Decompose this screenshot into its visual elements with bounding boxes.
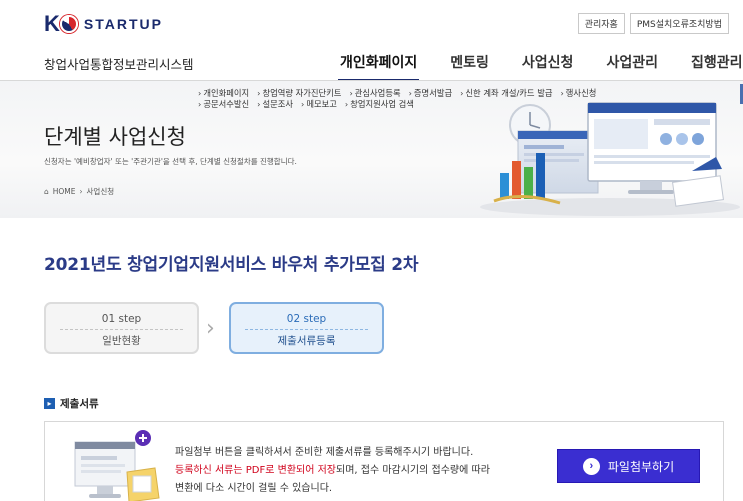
step-1-number: 01 step: [101, 313, 142, 325]
document-upload-illustration: [74, 430, 160, 501]
upload-instruction-line-1: 파일첨부 버튼을 클릭하셔서 준비한 제출서류를 등록해주시기 바랍니다.: [175, 447, 474, 458]
gnb-item-execution-manage[interactable]: 집행관리: [691, 52, 743, 72]
sub-link-interest-business[interactable]: 관심사업등록: [349, 88, 401, 99]
gnb-item-business-manage[interactable]: 사업관리: [606, 52, 658, 72]
step-2-number: 02 step: [286, 313, 327, 325]
sub-link-support-search[interactable]: 창업지원사업 검색: [345, 99, 414, 110]
sub-link-official-docs[interactable]: 공문서수발신: [198, 99, 249, 110]
gnb-item-mentoring[interactable]: 멘토링: [450, 52, 489, 72]
top-utility-links: 관리자홈 PMS설치오류조치방법: [577, 13, 729, 34]
upload-instructions: 파일첨부 버튼을 클릭하셔서 준비한 제출서류를 등록해주시기 바랍니다. 등록…: [175, 444, 490, 498]
notice-title: 2021년도 창업기업지원서비스 바우처 추가모집 2차: [44, 255, 419, 275]
step-1-general-status[interactable]: 01 step 일반현황: [44, 302, 199, 354]
step-2-document-register[interactable]: 02 step 제출서류등록: [229, 302, 384, 354]
breadcrumb-current: 사업신청: [86, 187, 115, 196]
upload-instruction-line-2-rest: 되며, 접수 마감시기의 접수량에 따라: [336, 465, 490, 476]
file-attach-button[interactable]: › 파일첨부하기: [557, 449, 700, 483]
gnb-item-personal-page[interactable]: 개인화페이지: [337, 52, 420, 82]
admin-home-link[interactable]: 관리자홈: [577, 13, 625, 34]
step-arrow-icon: ›: [206, 316, 215, 341]
upload-instruction-line-2: 등록하신 서류는 PDF로 변환되어 저장되며, 접수 마감시기의 접수량에 따…: [175, 462, 490, 480]
sub-link-certificate[interactable]: 증명서발급: [409, 88, 452, 99]
sub-link-personal-page[interactable]: 개인화페이지: [198, 88, 249, 99]
pms-install-error-link[interactable]: PMS설치오류조치방법: [629, 13, 729, 34]
section-heading-text: 제출서류: [60, 398, 99, 410]
breadcrumb-separator-icon: ›: [79, 187, 83, 196]
step-1-divider: [60, 329, 183, 330]
step-2-divider: [245, 329, 368, 330]
sub-link-self-diagnosis[interactable]: 창업역량 자가진단키트: [257, 88, 341, 99]
document-upload-panel: 파일첨부 버튼을 클릭하셔서 준비한 제출서류를 등록해주시기 바랍니다. 등록…: [44, 421, 724, 501]
file-attach-button-label: 파일첨부하기: [607, 459, 675, 474]
gnb-item-business-apply[interactable]: 사업신청: [522, 52, 574, 72]
logo-swoosh-icon: [59, 15, 78, 33]
page-description: 신청자는 '예비창업자' 또는 '주관기관'을 선택 후, 단계별 신청절차를 …: [44, 157, 297, 166]
breadcrumb-home[interactable]: HOME: [53, 187, 76, 196]
global-nav: 개인화페이지 멘토링 사업신청 사업관리 집행관리: [337, 52, 743, 82]
step-2-label: 제출서류등록: [277, 335, 336, 347]
pdf-conversion-notice: 등록하신 서류는 PDF로 변환되어 저장: [175, 465, 336, 476]
section-heading-documents: ▸ 제출서류: [44, 396, 99, 411]
step-1-label: 일반현황: [102, 335, 141, 347]
arrow-square-icon: ▸: [44, 398, 55, 409]
breadcrumb: ⌂ HOME › 사업신청: [44, 186, 114, 197]
logo-letter: K: [44, 11, 60, 36]
home-icon: ⌂: [44, 187, 49, 196]
upload-instruction-line-3: 변환에 다소 시간이 걸릴 수 있습니다.: [175, 483, 333, 494]
chevron-right-circle-icon: ›: [582, 457, 600, 475]
page-title: 단계별 사업신청: [44, 125, 186, 149]
business-dashboard-illustration: [480, 102, 740, 216]
kstartup-logo[interactable]: K STARTUP: [44, 11, 163, 37]
logo-text: STARTUP: [83, 16, 163, 32]
site-name: 창업사업통합정보관리시스템: [44, 57, 194, 72]
sub-link-memo-report[interactable]: 메모보고: [301, 99, 337, 110]
page-visual-banner: 개인화페이지 창업역량 자가진단키트 관심사업등록 증명서발급 신한 계좌 개설…: [0, 81, 743, 218]
sub-link-survey[interactable]: 설문조사: [257, 99, 293, 110]
